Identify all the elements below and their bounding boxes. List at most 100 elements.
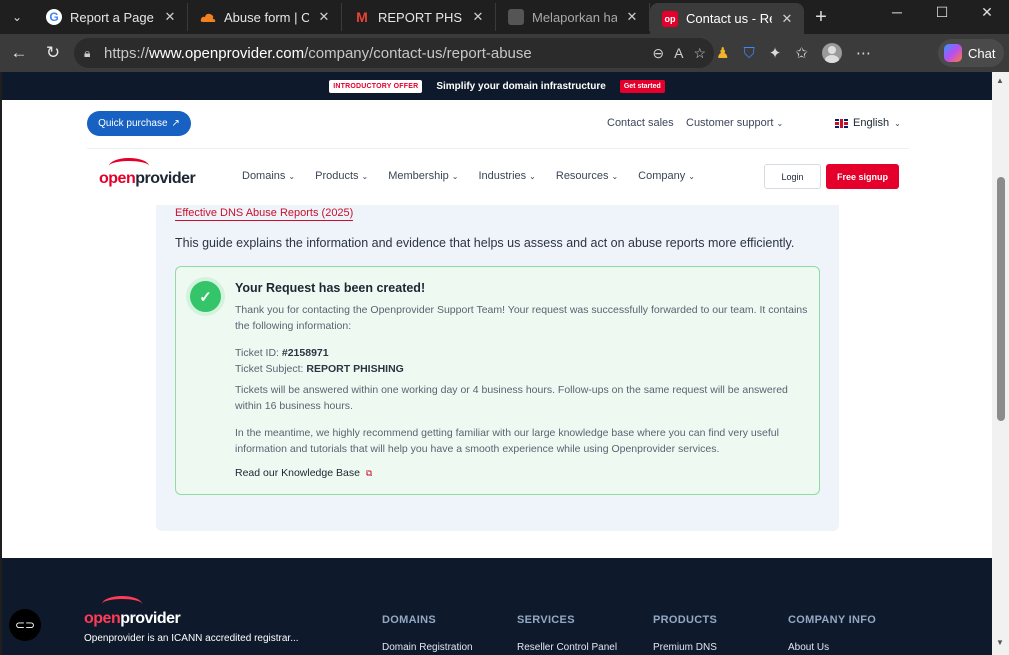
gmail-icon: M — [356, 9, 368, 25]
login-button[interactable]: Login — [764, 164, 821, 189]
accessibility-widget-icon[interactable]: ⊂⊃ — [9, 609, 41, 641]
dns-abuse-guide-link[interactable]: Effective DNS Abuse Reports (2025) — [175, 206, 354, 221]
nav-products[interactable]: Products ⌄ — [315, 170, 368, 182]
maximize-icon[interactable]: ☐ — [920, 0, 964, 24]
knowledge-base-label: Read our Knowledge Base — [235, 467, 360, 479]
ticket-id-row: Ticket ID: #2158971 — [235, 345, 810, 361]
profile-avatar[interactable] — [821, 43, 842, 63]
success-title: Your Request has been created! — [235, 281, 426, 295]
footer-logo[interactable]: openprovider — [84, 596, 194, 628]
scroll-up-icon[interactable]: ▲ — [996, 76, 1004, 85]
close-icon[interactable]: ✕ — [471, 9, 485, 25]
promo-banner: INTRODUCTORY OFFER Simplify your domain … — [2, 72, 992, 100]
footer-tagline: Openprovider is an ICANN accredited regi… — [84, 633, 299, 644]
uk-flag-icon — [835, 118, 848, 128]
url-path: /company/contact-us/report-abuse — [304, 44, 532, 62]
favorites-icon[interactable]: ✩ — [795, 44, 808, 62]
footer-heading-domains: DOMAINS — [382, 614, 437, 626]
scroll-thumb[interactable] — [997, 177, 1005, 421]
customer-support-label: Customer support — [686, 117, 774, 129]
customer-support-menu[interactable]: Customer support ⌄ — [686, 117, 783, 129]
google-icon: G — [46, 9, 62, 25]
extensions-puzzle-icon[interactable]: ✦ — [769, 44, 782, 62]
scroll-down-icon[interactable]: ▼ — [996, 638, 1004, 647]
lock-icon: 🔒︎ — [84, 45, 91, 60]
url-prefix: https:// — [104, 44, 150, 62]
address-bar[interactable]: 🔒︎ https://www.openprovider.com/company/… — [74, 38, 714, 68]
footer-link[interactable]: Premium DNS — [653, 642, 717, 655]
more-options-icon[interactable]: ⋯ — [856, 44, 871, 62]
url-actions: ⊖ A ☆ — [652, 38, 706, 68]
chevron-down-icon: ⌄ — [288, 171, 296, 181]
chevron-down-icon: ⌄ — [688, 171, 695, 181]
page-scrollbar[interactable]: ▲ ▼ — [992, 72, 1009, 655]
external-link-icon: ⧉ — [365, 467, 373, 478]
ticket-subject-value: REPORT PHISHING — [306, 363, 404, 375]
chevron-down-icon: ⌄ — [611, 171, 619, 181]
ticket-id-label: Ticket ID: — [235, 347, 279, 359]
tab-contact-us[interactable]: op Contact us - Report abuse ✕ — [650, 3, 804, 34]
success-card: ✓ Your Request has been created! Thank y… — [175, 266, 820, 495]
ticket-id-value: #2158971 — [281, 347, 329, 359]
knowledge-base-text: In the meantime, we highly recommend get… — [235, 427, 779, 455]
tab-melaporkan[interactable]: Melaporkan halaman ✕ — [496, 3, 650, 31]
favorite-star-icon[interactable]: ☆ — [693, 45, 706, 62]
chevron-down-icon: ⌄ — [451, 171, 459, 181]
close-icon[interactable]: ✕ — [625, 9, 639, 25]
footer-link[interactable]: Reseller Control Panel — [517, 642, 617, 655]
minimize-icon[interactable]: ─ — [875, 0, 919, 24]
openprovider-logo[interactable]: openprovider — [99, 158, 196, 188]
tab-title: REPORT PHSIHING — [378, 9, 463, 25]
close-icon[interactable]: ✕ — [780, 11, 794, 27]
check-circle-icon: ✓ — [190, 281, 221, 312]
chevron-down-icon: ⌄ — [894, 118, 901, 128]
url-host: www.openprovider.com — [149, 44, 305, 62]
quick-purchase-label: Quick purchase — [98, 118, 168, 129]
footer-heading-products: PRODUCTS — [653, 614, 718, 626]
free-signup-button[interactable]: Free signup — [826, 164, 899, 189]
nav-resources[interactable]: Resources ⌄ — [556, 170, 618, 182]
promo-badge: INTRODUCTORY OFFER — [329, 79, 423, 93]
tab-gmail[interactable]: M REPORT PHSIHING ✕ — [342, 3, 496, 31]
language-selector[interactable]: English ⌄ — [835, 117, 901, 129]
response-time-text: Tickets will be answered within one work… — [235, 384, 788, 412]
tab-cloudflare[interactable]: Abuse form | Cloudflare ✕ — [188, 3, 342, 31]
footer: openprovider Openprovider is an ICANN ac… — [2, 558, 992, 655]
extension-person-icon[interactable]: ♟ — [716, 44, 729, 62]
tab-report-google[interactable]: G Report a Page to Google ✕ — [34, 3, 188, 31]
footer-link[interactable]: Domain Registration — [382, 642, 473, 655]
arrow-up-right-icon: ↗ — [171, 118, 180, 129]
chevron-down-icon: ⌄ — [361, 171, 369, 181]
nav-company[interactable]: Company ⌄ — [638, 170, 695, 182]
refresh-icon[interactable]: ↻ — [36, 38, 70, 68]
get-started-button[interactable]: Get started — [619, 79, 665, 93]
back-arrow-icon[interactable]: ← — [2, 38, 36, 68]
nav-membership[interactable]: Membership ⌄ — [388, 170, 458, 182]
tab-title: Melaporkan halaman — [532, 9, 617, 25]
window-close-icon[interactable]: ✕ — [965, 0, 1009, 24]
ticket-subject-row: Ticket Subject: REPORT PHISHING — [235, 361, 810, 377]
close-icon[interactable]: ✕ — [163, 9, 177, 25]
toolbar: ← ↻ 🔒︎ https://www.openprovider.com/comp… — [0, 34, 1009, 72]
knowledge-base-link[interactable]: Read our Knowledge Base ⧉ — [235, 467, 372, 479]
nav-industries[interactable]: Industries ⌄ — [478, 170, 535, 182]
contact-sales-link[interactable]: Contact sales — [607, 117, 674, 129]
promo-text: Simplify your domain infrastructure — [436, 80, 606, 92]
shield-icon[interactable]: ⛉ — [743, 45, 754, 62]
copilot-icon — [944, 44, 962, 62]
language-label: English — [853, 117, 890, 129]
copilot-chat-button[interactable]: Chat — [938, 39, 1004, 67]
tab-actions-menu-icon[interactable]: ⌄ — [0, 0, 34, 34]
nav-domains[interactable]: Domains ⌄ — [242, 170, 295, 182]
close-icon[interactable]: ✕ — [317, 9, 331, 25]
footer-link[interactable]: About Us — [788, 642, 829, 655]
zoom-icon[interactable]: ⊖ — [652, 45, 664, 62]
read-aloud-icon[interactable]: A — [674, 45, 683, 61]
footer-heading-services: SERVICES — [517, 614, 575, 626]
quick-purchase-button[interactable]: Quick purchase ↗ — [87, 111, 191, 136]
header-divider — [87, 148, 909, 149]
success-intro: Thank you for contacting the Openprovide… — [235, 304, 808, 332]
doc-icon — [508, 9, 524, 25]
new-tab-button[interactable]: + — [804, 3, 838, 31]
chat-label: Chat — [968, 45, 996, 61]
